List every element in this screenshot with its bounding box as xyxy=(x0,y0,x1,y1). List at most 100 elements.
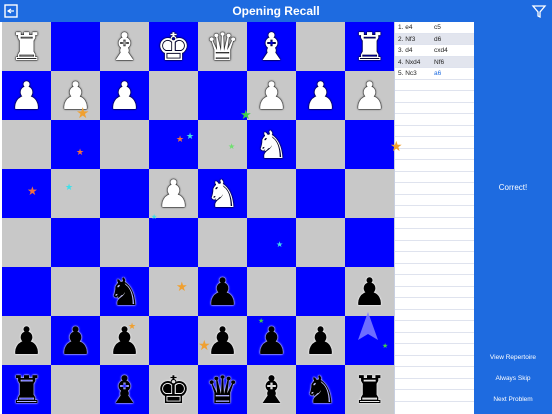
board-square[interactable] xyxy=(51,120,100,169)
celebration-star-icon: ★ xyxy=(27,184,38,198)
white-rook-icon[interactable]: ♜ xyxy=(2,22,51,71)
board-square[interactable] xyxy=(296,267,345,316)
celebration-star-icon: ★ xyxy=(228,142,236,151)
view-repertoire-button[interactable]: View Repertoire xyxy=(474,354,552,361)
black-bishop-icon[interactable]: ♝ xyxy=(100,365,149,414)
board-square[interactable] xyxy=(2,267,51,316)
board-square[interactable] xyxy=(100,218,149,267)
black-knight-icon[interactable]: ♞ xyxy=(296,365,345,414)
white-pawn-icon[interactable]: ♟ xyxy=(345,71,394,120)
white-pawn-icon[interactable]: ♟ xyxy=(247,71,296,120)
chess-board[interactable]: ♜ ♝ ♚ ♛ ♝ ♜ ♟ ♟ ♟ ♟ ♟ ♟ ♞ ♟ ♞ ♞ ♟ ♟ ♟ ♟ ♟ ♟ ♟ ♟ ♜ ♝ ♚ ♛ ♝ ♞ ♜ xyxy=(2,22,394,414)
move-row-empty xyxy=(395,275,474,287)
black-move: d6 xyxy=(434,35,442,43)
board-square[interactable] xyxy=(296,218,345,267)
celebration-star-icon: ★ xyxy=(176,135,185,145)
white-bishop-icon[interactable]: ♝ xyxy=(100,22,149,71)
white-knight-icon[interactable]: ♞ xyxy=(247,120,296,169)
move-row-empty xyxy=(395,344,474,356)
celebration-star-icon: ★ xyxy=(76,148,85,158)
board-square[interactable] xyxy=(149,71,198,120)
board-square[interactable] xyxy=(149,267,198,316)
board-square[interactable] xyxy=(198,120,247,169)
white-knight-icon[interactable]: ♞ xyxy=(198,169,247,218)
board-square[interactable] xyxy=(149,316,198,365)
board-square[interactable] xyxy=(51,218,100,267)
move-row: 5. Nc3 a6 xyxy=(395,68,474,80)
filter-funnel-icon[interactable] xyxy=(530,2,548,20)
move-row-empty xyxy=(395,390,474,402)
white-pawn-icon[interactable]: ♟ xyxy=(296,71,345,120)
board-square[interactable] xyxy=(296,22,345,71)
celebration-star-icon: ★ xyxy=(151,213,158,221)
board-square[interactable] xyxy=(345,218,394,267)
black-pawn-icon[interactable]: ♟ xyxy=(2,316,51,365)
always-skip-button[interactable]: Always Skip xyxy=(474,375,552,382)
black-move: c5 xyxy=(434,24,441,31)
celebration-star-icon: ★ xyxy=(240,108,252,123)
board-square[interactable] xyxy=(2,218,51,267)
move-row-empty xyxy=(395,321,474,333)
move-row-empty xyxy=(395,252,474,264)
move-row-empty xyxy=(395,367,474,379)
black-move: a6 xyxy=(434,70,442,77)
black-pawn-icon[interactable]: ♟ xyxy=(198,267,247,316)
black-pawn-icon[interactable]: ♟ xyxy=(100,316,149,365)
move-row-empty xyxy=(395,378,474,390)
black-pawn-icon[interactable]: ♟ xyxy=(296,316,345,365)
black-bishop-icon[interactable]: ♝ xyxy=(247,365,296,414)
move-row-empty xyxy=(395,229,474,241)
move-row-empty xyxy=(395,194,474,206)
move-row-empty xyxy=(395,183,474,195)
white-pawn-icon[interactable]: ♟ xyxy=(100,71,149,120)
white-queen-icon[interactable]: ♛ xyxy=(198,22,247,71)
board-square[interactable] xyxy=(51,169,100,218)
board-square[interactable] xyxy=(51,267,100,316)
move-row-empty xyxy=(395,171,474,183)
board-square[interactable] xyxy=(51,22,100,71)
white-move: 1. e4 xyxy=(398,24,413,31)
board-square[interactable] xyxy=(296,120,345,169)
title-bar: Opening Recall xyxy=(0,0,552,22)
celebration-star-icon: ★ xyxy=(186,132,195,142)
move-row-empty xyxy=(395,79,474,91)
board-square[interactable] xyxy=(296,169,345,218)
white-king-icon[interactable]: ♚ xyxy=(149,22,198,71)
white-rook-icon[interactable]: ♜ xyxy=(345,22,394,71)
white-pawn-icon[interactable]: ♟ xyxy=(2,71,51,120)
black-rook-icon[interactable]: ♜ xyxy=(345,365,394,414)
black-king-icon[interactable]: ♚ xyxy=(149,365,198,414)
white-move: 4. Nxd4 xyxy=(398,58,421,66)
board-square[interactable] xyxy=(247,267,296,316)
celebration-star-icon: ★ xyxy=(76,104,90,122)
board-square[interactable] xyxy=(149,120,198,169)
black-pawn-icon[interactable]: ♟ xyxy=(51,316,100,365)
board-square[interactable] xyxy=(100,120,149,169)
black-pawn-icon[interactable]: ♟ xyxy=(247,316,296,365)
move-row: 3. d4 cxd4 xyxy=(395,45,474,57)
board-square[interactable] xyxy=(100,169,149,218)
black-move: cxd4 xyxy=(434,47,448,54)
board-square[interactable] xyxy=(198,218,247,267)
move-list: 1. e4 c5 2. Nf3 d6 3. d4 cxd4 4. Nxd4 Nf6 5. Nc3… xyxy=(394,22,474,414)
black-knight-icon[interactable]: ♞ xyxy=(100,267,149,316)
move-row-empty xyxy=(395,332,474,344)
board-square[interactable] xyxy=(149,218,198,267)
board-square[interactable] xyxy=(247,218,296,267)
move-row-empty xyxy=(395,298,474,310)
board-square[interactable] xyxy=(51,365,100,414)
board-square[interactable] xyxy=(345,169,394,218)
white-bishop-icon[interactable]: ♝ xyxy=(247,22,296,71)
page-title: Opening Recall xyxy=(232,4,320,18)
status-message: Correct! xyxy=(498,183,528,192)
white-pawn-icon[interactable]: ♟ xyxy=(149,169,198,218)
black-pawn-icon[interactable]: ♟ xyxy=(345,267,394,316)
board-square[interactable] xyxy=(247,169,296,218)
board-square[interactable] xyxy=(2,120,51,169)
black-rook-icon[interactable]: ♜ xyxy=(2,365,51,414)
white-move: 3. d4 xyxy=(398,47,413,54)
board-square[interactable] xyxy=(345,120,394,169)
move-row: 2. Nf3 d6 xyxy=(395,33,474,45)
black-queen-icon[interactable]: ♛ xyxy=(198,365,247,414)
next-problem-button[interactable]: Next Problem xyxy=(474,396,552,403)
